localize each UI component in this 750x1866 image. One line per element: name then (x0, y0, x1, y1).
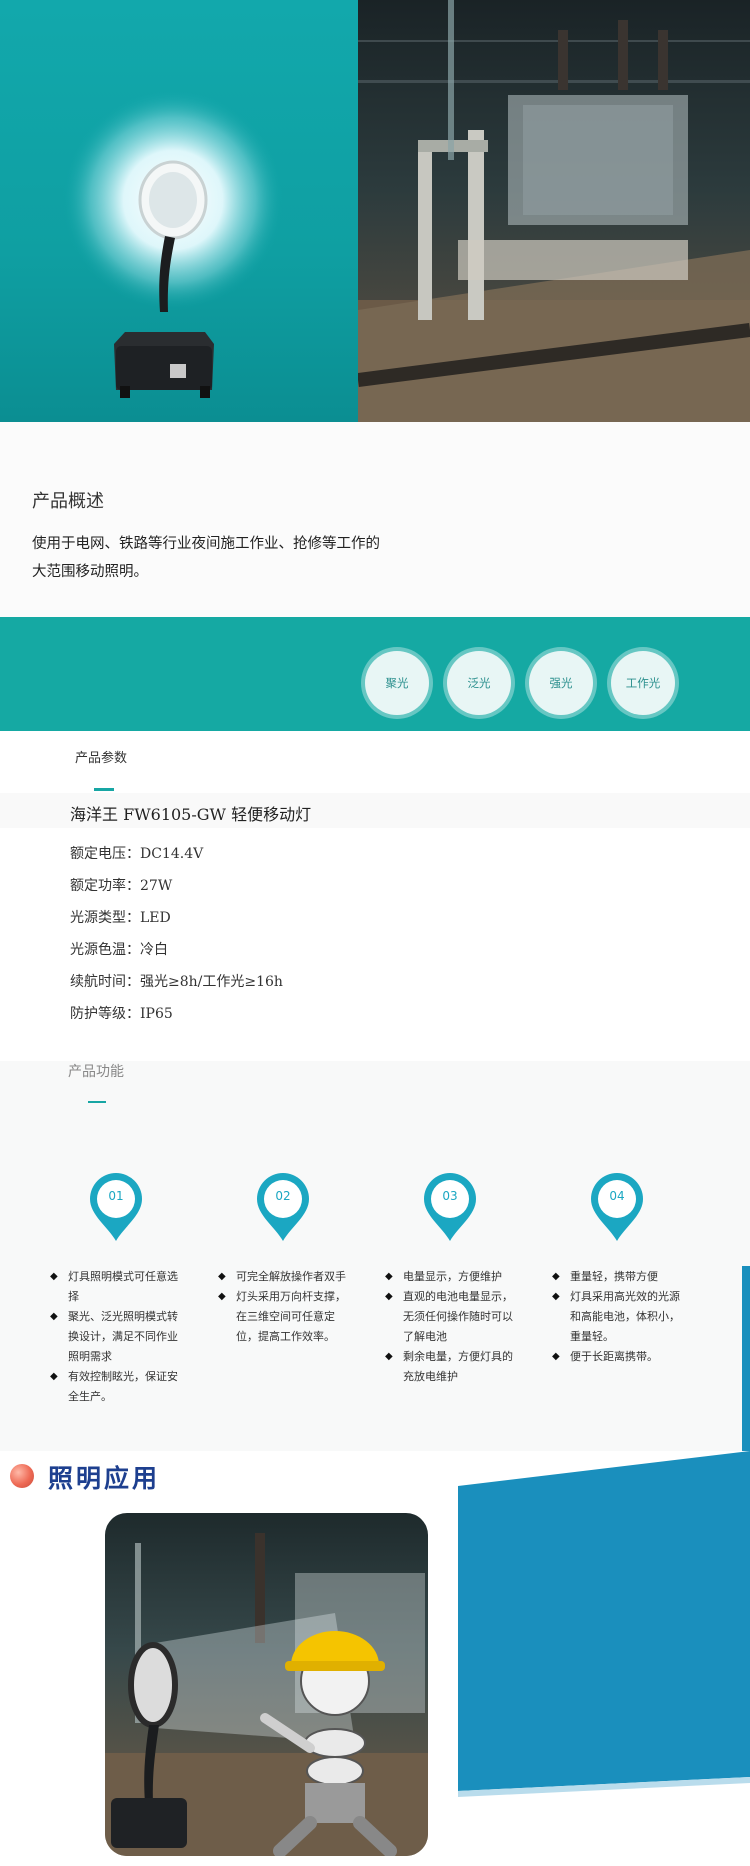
feature-number: 04 (609, 1189, 625, 1203)
feature-pin-04: 04 (589, 1171, 645, 1243)
feature-pin-03: 03 (422, 1171, 478, 1243)
hero-banner (0, 0, 750, 422)
product-title: 海洋王 FW6105-GW 轻便移动灯 (70, 805, 312, 824)
product-image-panel (0, 0, 358, 422)
feature-item: 聚光、泛光照明模式转换设计，满足不同作业照明需求 (50, 1307, 180, 1367)
feature-column-01: 灯具照明模式可任意选择 聚光、泛光照明模式转换设计，满足不同作业照明需求 有效控… (50, 1267, 180, 1407)
mode-work-light: 工作光 (611, 651, 675, 715)
light-modes-band: 聚光 泛光 强光 工作光 (0, 617, 750, 731)
feature-item: 灯具照明模式可任意选择 (50, 1267, 180, 1307)
substation-image (358, 0, 750, 422)
location-pin-icon (424, 1173, 476, 1241)
params-divider (94, 788, 114, 791)
feature-item: 剩余电量，方便灯具的充放电维护 (385, 1347, 515, 1387)
overview-text-line: 使用于电网、铁路等行业夜间施工作业、抢修等工作的 (32, 536, 380, 552)
feature-item: 可完全解放操作者双手 (218, 1267, 348, 1287)
feature-pin-01: 01 (88, 1171, 144, 1243)
feature-number: 03 (442, 1189, 458, 1203)
spec-light-source-type: 光源类型：LED (70, 910, 171, 926)
feature-item: 电量显示，方便维护 (385, 1267, 515, 1287)
mode-floodlight: 泛光 (447, 651, 511, 715)
feature-item: 灯头采用万向杆支撑，在三维空间可任意定位，提高工作效率。 (218, 1287, 348, 1347)
location-pin-icon (591, 1173, 643, 1241)
heading-dot-icon (10, 1464, 34, 1488)
product-features: 产品功能 01 02 03 04 灯具照明模式可任意选择 聚光、泛光照明模式转换… (0, 1061, 750, 1451)
feature-column-03: 电量显示，方便维护 直观的电池电量显示，无须任何操作随时可以了解电池 剩余电量，… (385, 1267, 515, 1387)
blue-accent-shape (458, 1451, 750, 1797)
overview-text-line: 大范围移动照明。 (32, 564, 148, 580)
features-label: 产品功能 (68, 1064, 124, 1080)
application-photo (105, 1513, 428, 1856)
spec-color-temperature: 光源色温：冷白 (70, 942, 168, 958)
spec-endurance: 续航时间：强光≥8h/工作光≥16h (70, 974, 283, 990)
feature-item: 直观的电池电量显示，无须任何操作随时可以了解电池 (385, 1287, 515, 1347)
overview-text: 使用于电网、铁路等行业夜间施工作业、抢修等工作的 大范围移动照明。 (32, 530, 452, 586)
feature-item: 灯具采用高光效的光源和高能电池，体积小，重量轻。 (552, 1287, 682, 1347)
product-overview: 产品概述 使用于电网、铁路等行业夜间施工作业、抢修等工作的 大范围移动照明。 (0, 422, 750, 617)
spec-rated-voltage: 额定电压：DC14.4V (70, 846, 204, 862)
application-scene-image (105, 1533, 428, 1856)
features-divider (88, 1101, 106, 1103)
substation-photo (358, 0, 750, 422)
feature-column-02: 可完全解放操作者双手 灯头采用万向杆支撑，在三维空间可任意定位，提高工作效率。 (218, 1267, 348, 1347)
location-pin-icon (257, 1173, 309, 1241)
lighting-application: 照明应用 (0, 1451, 750, 1866)
work-light-image (63, 90, 283, 398)
feature-column-04: 重量轻，携带方便 灯具采用高光效的光源和高能电池，体积小，重量轻。 便于长距离携… (552, 1267, 682, 1367)
feature-item: 有效控制眩光，保证安全生产。 (50, 1367, 180, 1407)
feature-item: 重量轻，携带方便 (552, 1267, 682, 1287)
side-accent-stripe (742, 1266, 750, 1451)
feature-number: 01 (108, 1189, 124, 1203)
mode-strong-light: 强光 (529, 651, 593, 715)
feature-number: 02 (275, 1189, 291, 1203)
mode-spotlight: 聚光 (365, 651, 429, 715)
feature-item: 便于长距离携带。 (552, 1347, 682, 1367)
product-parameters: 产品参数 海洋王 FW6105-GW 轻便移动灯 额定电压：DC14.4V 额定… (0, 731, 750, 1061)
params-label: 产品参数 (75, 751, 128, 766)
spec-rated-power: 额定功率：27W (70, 878, 173, 894)
overview-title: 产品概述 (32, 491, 104, 512)
feature-pin-02: 02 (255, 1171, 311, 1243)
spec-protection-rating: 防护等级：IP65 (70, 1006, 173, 1022)
application-heading: 照明应用 (48, 1464, 161, 1493)
location-pin-icon (90, 1173, 142, 1241)
